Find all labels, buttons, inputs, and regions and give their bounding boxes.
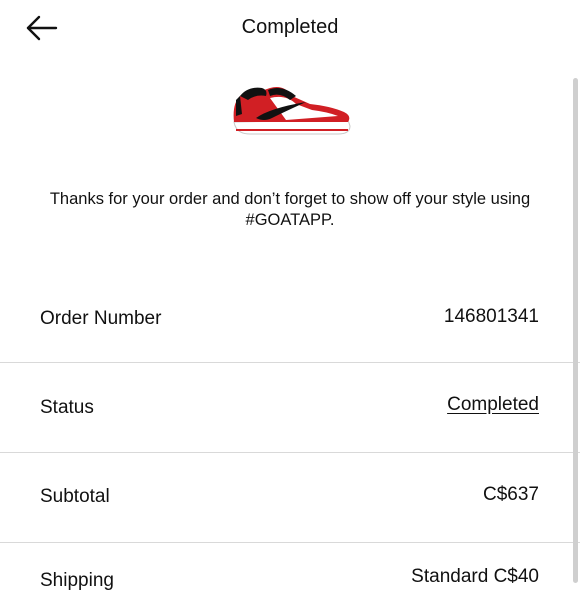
order-number-row: Order Number 146801341 [0,304,580,362]
status-label: Status [40,397,94,418]
thank-you-message: Thanks for your order and don’t forget t… [49,190,531,229]
page-title: Completed [241,16,339,38]
shipping-row: Shipping Standard C$40 [0,566,580,591]
top-bar: Completed [0,0,580,58]
scrollbar[interactable] [573,78,578,583]
order-number-label: Order Number [40,308,162,329]
divider [0,362,580,363]
shipping-label: Shipping [40,570,114,591]
divider [0,542,580,543]
status-link[interactable]: Completed [447,394,539,416]
order-number-value: 146801341 [443,306,539,327]
subtotal-value: C$637 [483,484,539,505]
status-row: Status Completed [0,394,580,452]
subtotal-label: Subtotal [40,486,110,507]
divider [0,452,580,453]
subtotal-row: Subtotal C$637 [0,484,580,542]
sneaker-image [233,87,351,135]
shipping-value: Standard C$40 [411,566,539,587]
